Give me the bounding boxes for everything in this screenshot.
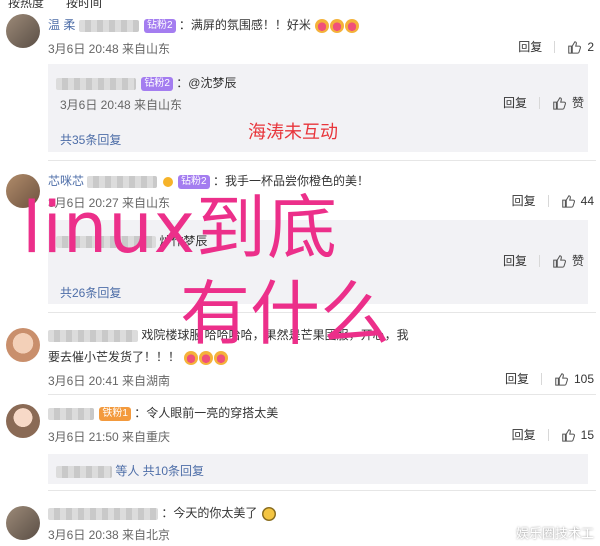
comment-meta: 3月6日 20:48 来自山东 bbox=[48, 42, 171, 56]
sub-reply-summary: 等人 共10条回复 bbox=[56, 462, 204, 479]
reply-button[interactable]: 回复 bbox=[518, 38, 542, 55]
sub-reply-box: 炒作梦辰 回复 赞 共26条回复 bbox=[48, 220, 588, 304]
username[interactable]: 芯咪芯 bbox=[48, 174, 84, 188]
comment-actions: 回复 15 bbox=[512, 426, 594, 443]
sub-reply: 炒作梦辰 bbox=[56, 232, 207, 249]
fan-badge: 钻粉2 bbox=[178, 174, 210, 189]
sub-reply-summary-box[interactable]: 等人 共10条回复 bbox=[48, 454, 588, 484]
comment-text-line2: 要去催小芒发货了！！！ bbox=[48, 350, 181, 364]
like-label: 赞 bbox=[571, 254, 584, 268]
sub-reply-text: 炒作梦辰 bbox=[159, 234, 208, 248]
blurred-username bbox=[56, 77, 136, 90]
watermark: 娱乐圈技术工 bbox=[515, 526, 594, 541]
sub-reply: 钻粉2 ：@沈梦辰 bbox=[56, 74, 236, 91]
comment-body: 温 柔 钻粉2 ：满屏的氛围感！！好米 bbox=[48, 16, 360, 33]
laugh-emoji-icon bbox=[214, 350, 229, 365]
comment-meta: 3月6日 21:50 来自重庆 bbox=[48, 430, 171, 444]
sub-reply-meta: 3月6日 20:48 来自山东 bbox=[60, 98, 183, 112]
fan-badge: 铁粉1 bbox=[99, 406, 131, 421]
avatar[interactable] bbox=[6, 14, 40, 48]
blurred-username bbox=[56, 465, 112, 478]
reply-button[interactable]: 回复 bbox=[503, 252, 527, 269]
comment-text: ：我手一杯品尝你橙色的美！ bbox=[212, 174, 369, 188]
total-replies-link[interactable]: 共35条回复 bbox=[60, 131, 121, 148]
divider bbox=[48, 312, 596, 313]
comment-text: ：令人眼前一亮的穿搭太美 bbox=[134, 406, 279, 420]
blurred-username bbox=[48, 407, 94, 420]
divider bbox=[48, 394, 596, 395]
heart-eyes-emoji-icon bbox=[330, 18, 345, 33]
comment-text: ：今天的你太美了 bbox=[161, 506, 258, 520]
divider bbox=[554, 40, 556, 53]
sort-by-hot-tab[interactable]: 按热度 bbox=[8, 0, 44, 8]
sub-reply-actions: 回复 赞 bbox=[503, 252, 584, 269]
sort-by-time-tab[interactable]: 按时间 bbox=[66, 0, 102, 8]
laugh-emoji-icon bbox=[199, 350, 214, 365]
comment-actions: 回复 105 bbox=[505, 370, 594, 387]
blurred-username bbox=[48, 329, 138, 342]
like-thumb-icon[interactable] bbox=[561, 428, 575, 442]
comment-body: 芯咪芯 钻粉2 ：我手一杯品尝你橙色的美！ bbox=[48, 172, 369, 189]
comment-meta: 3月6日 20:41 来自湖南 bbox=[48, 374, 171, 388]
like-count: 2 bbox=[587, 39, 594, 54]
reply-button[interactable]: 回复 bbox=[505, 370, 529, 387]
comment-actions: 回复 2 bbox=[518, 38, 594, 55]
comment-body: ：今天的你太美了 bbox=[48, 504, 276, 521]
like-thumb-icon[interactable] bbox=[561, 194, 575, 208]
comment-actions: 回复 44 bbox=[512, 192, 594, 209]
like-count: 15 bbox=[580, 427, 594, 442]
divider bbox=[540, 372, 542, 385]
heart-eyes-emoji-icon bbox=[315, 18, 330, 33]
like-label: 赞 bbox=[571, 96, 584, 110]
blurred-username bbox=[87, 175, 158, 188]
sub-reply-box: 钻粉2 ：@沈梦辰 3月6日 20:48 来自山东 回复 赞 共35条回复 bbox=[48, 64, 588, 152]
blurred-username bbox=[56, 235, 156, 248]
total-replies-link[interactable]: 共26条回复 bbox=[60, 284, 121, 301]
blurred-username bbox=[78, 19, 139, 32]
reply-button[interactable]: 回复 bbox=[512, 192, 536, 209]
sort-tabs: 按热度 按时间 bbox=[0, 0, 600, 8]
like-count: 105 bbox=[573, 371, 594, 386]
like-thumb-icon[interactable] bbox=[567, 40, 582, 54]
fan-badge: 钻粉2 bbox=[144, 18, 176, 33]
reply-button[interactable]: 回复 bbox=[503, 94, 527, 111]
like-thumb-icon[interactable] bbox=[552, 96, 566, 110]
comment-meta: 3月6日 20:38 来自北京 bbox=[48, 528, 171, 542]
sub-reply-actions: 回复 赞 bbox=[503, 94, 584, 111]
divider bbox=[538, 254, 540, 267]
comment-text: ：满屏的氛围感！！好米 bbox=[178, 18, 311, 32]
divider bbox=[547, 194, 549, 207]
laugh-emoji-icon bbox=[184, 350, 199, 365]
divider bbox=[48, 490, 596, 491]
reply-button[interactable]: 回复 bbox=[512, 426, 536, 443]
sub-reply-text: ：@沈梦辰 bbox=[176, 76, 237, 90]
avatar[interactable] bbox=[6, 404, 40, 438]
avatar[interactable] bbox=[6, 328, 40, 362]
avatar[interactable] bbox=[6, 506, 40, 540]
sub-reply-summary-text[interactable]: 等人 共10条回复 bbox=[115, 464, 204, 478]
comment-text-line1: 戏院楼球服 哈哈哈哈，果然是芒果团服，开心，我 bbox=[141, 328, 409, 342]
blurred-username bbox=[48, 507, 158, 520]
like-count: 44 bbox=[580, 193, 594, 208]
like-thumb-icon[interactable] bbox=[552, 254, 566, 268]
fan-badge: 钻粉2 bbox=[141, 76, 173, 91]
avatar[interactable] bbox=[6, 174, 40, 208]
divider bbox=[48, 160, 596, 161]
comment-body: 铁粉1 ：令人眼前一亮的穿搭太美 bbox=[48, 404, 278, 421]
vip-icon bbox=[162, 176, 173, 187]
divider bbox=[538, 96, 540, 109]
comment-body: 戏院楼球服 哈哈哈哈，果然是芒果团服，开心，我 bbox=[48, 326, 409, 343]
comment-meta: 3月6日 20:27 来自山东 bbox=[48, 196, 171, 210]
like-thumb-icon[interactable] bbox=[554, 372, 568, 386]
heart-eyes-emoji-icon bbox=[345, 18, 360, 33]
comment-body-cont: 要去催小芒发货了！！！ bbox=[48, 348, 229, 365]
divider bbox=[547, 428, 549, 441]
thumbs-up-emoji-icon bbox=[261, 506, 276, 521]
username[interactable]: 温 柔 bbox=[48, 18, 79, 32]
